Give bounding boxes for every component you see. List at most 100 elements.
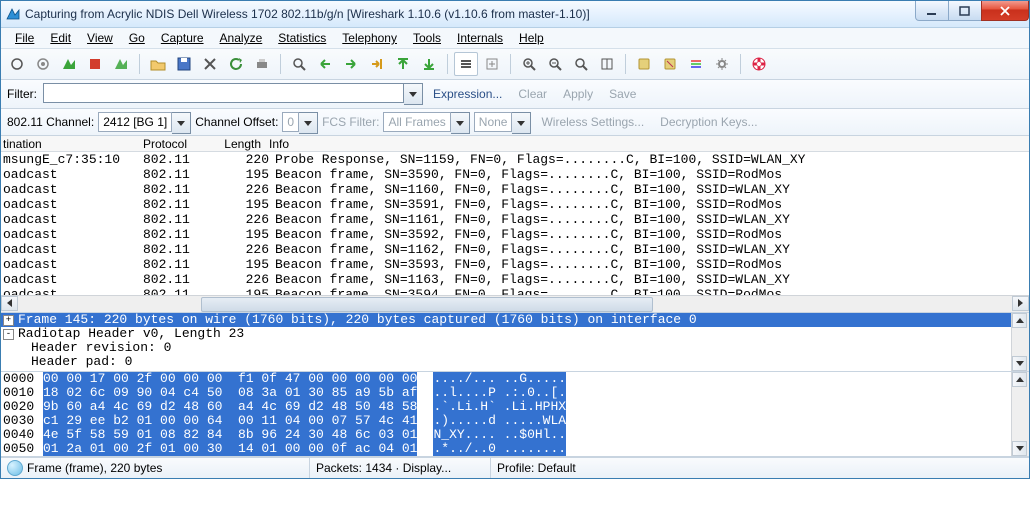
- restart-capture-icon[interactable]: [109, 52, 133, 76]
- fcs-combo[interactable]: All Frames: [383, 112, 469, 132]
- go-forward-icon[interactable]: [339, 52, 363, 76]
- status-packets-section[interactable]: Packets: 1434 · Display...: [310, 458, 491, 478]
- detail-radiotap-line: -Radiotap Header v0, Length 23: [1, 327, 1011, 341]
- packet-details-body[interactable]: +Frame 145: 220 bytes on wire (1760 bits…: [1, 313, 1011, 371]
- table-row[interactable]: oadcast802.11226Beacon frame, SN=1162, F…: [1, 242, 1029, 257]
- scroll-up-icon: [1012, 372, 1027, 387]
- coloring-rules-icon[interactable]: [684, 52, 708, 76]
- titlebar[interactable]: Capturing from Acrylic NDIS Dell Wireles…: [1, 1, 1029, 28]
- table-row[interactable]: oadcast802.11195Beacon frame, SN=3591, F…: [1, 197, 1029, 212]
- toolbar-separator: [280, 54, 281, 74]
- go-to-packet-icon[interactable]: [365, 52, 389, 76]
- filter-label: Filter:: [7, 87, 37, 101]
- menu-go[interactable]: Go: [121, 29, 153, 47]
- vertical-scrollbar[interactable]: [1011, 313, 1029, 371]
- packet-bytes-body[interactable]: 000000 00 17 00 2f 00 00 00 f1 0f 47 00 …: [1, 372, 1011, 456]
- window-close-button[interactable]: [981, 1, 1029, 21]
- table-row[interactable]: oadcast802.11226Beacon frame, SN=1161, F…: [1, 212, 1029, 227]
- open-file-icon[interactable]: [146, 52, 170, 76]
- filter-toolbar: Filter: Expression... Clear Apply Save: [1, 80, 1029, 109]
- display-filters-icon[interactable]: [658, 52, 682, 76]
- stop-capture-icon[interactable]: [83, 52, 107, 76]
- go-first-icon[interactable]: [391, 52, 415, 76]
- resize-columns-icon[interactable]: [595, 52, 619, 76]
- menu-analyze[interactable]: Analyze: [212, 29, 271, 47]
- vertical-scrollbar[interactable]: [1011, 372, 1029, 456]
- zoom-in-icon[interactable]: [517, 52, 541, 76]
- packet-list-header[interactable]: tination Protocol Length Info: [1, 136, 1029, 152]
- collapse-icon[interactable]: -: [3, 329, 14, 340]
- scroll-left-icon: [1, 296, 18, 311]
- offset-combo[interactable]: 0: [282, 112, 318, 132]
- table-row[interactable]: msungE_c7:35:10802.11220Probe Response, …: [1, 152, 1029, 167]
- menu-capture[interactable]: Capture: [153, 29, 212, 47]
- capture-filters-icon[interactable]: [632, 52, 656, 76]
- table-row[interactable]: oadcast802.11195Beacon frame, SN=3594, F…: [1, 287, 1029, 295]
- filter-input[interactable]: [43, 83, 404, 103]
- hex-row[interactable]: 00209b 60 a4 4c 69 d2 48 60 a4 4c 69 d2 …: [1, 400, 1011, 414]
- reload-icon[interactable]: [224, 52, 248, 76]
- filter-apply-button[interactable]: Apply: [557, 87, 599, 101]
- status-frame-section[interactable]: Frame (frame), 220 bytes: [1, 458, 310, 478]
- menu-file[interactable]: File: [7, 29, 42, 47]
- colorize-icon[interactable]: [454, 52, 478, 76]
- toolbar-separator: [139, 54, 140, 74]
- chevron-down-icon: [512, 112, 531, 134]
- statusbar: Frame (frame), 220 bytes Packets: 1434 ·…: [1, 457, 1029, 478]
- toolbar-separator: [510, 54, 511, 74]
- app-window: Capturing from Acrylic NDIS Dell Wireles…: [0, 0, 1030, 479]
- channel-combo[interactable]: 2412 [BG 1]: [98, 112, 191, 132]
- status-profile-section[interactable]: Profile: Default: [491, 458, 1029, 478]
- go-back-icon[interactable]: [313, 52, 337, 76]
- none-combo[interactable]: None: [474, 112, 532, 132]
- hex-row[interactable]: 000000 00 17 00 2f 00 00 00 f1 0f 47 00 …: [1, 372, 1011, 386]
- filter-dropdown-button[interactable]: [404, 83, 423, 105]
- help-icon[interactable]: [747, 52, 771, 76]
- menu-internals[interactable]: Internals: [449, 29, 511, 47]
- wireless-settings-button[interactable]: Wireless Settings...: [535, 115, 650, 129]
- col-info: Info: [267, 137, 1029, 151]
- hex-row[interactable]: 005001 2a 01 00 2f 01 00 30 14 01 00 00 …: [1, 442, 1011, 456]
- close-file-icon[interactable]: [198, 52, 222, 76]
- expert-info-icon[interactable]: [7, 460, 23, 476]
- menu-help[interactable]: Help: [511, 29, 552, 47]
- menu-view[interactable]: View: [79, 29, 121, 47]
- hex-row[interactable]: 001018 02 6c 09 90 04 c4 50 08 3a 01 30 …: [1, 386, 1011, 400]
- table-row[interactable]: oadcast802.11195Beacon frame, SN=3592, F…: [1, 227, 1029, 242]
- zoom-reset-icon[interactable]: [569, 52, 593, 76]
- go-last-icon[interactable]: [417, 52, 441, 76]
- table-row[interactable]: oadcast802.11226Beacon frame, SN=1163, F…: [1, 272, 1029, 287]
- table-row[interactable]: oadcast802.11195Beacon frame, SN=3593, F…: [1, 257, 1029, 272]
- window-minimize-button[interactable]: [915, 1, 949, 21]
- print-icon[interactable]: [250, 52, 274, 76]
- find-icon[interactable]: [287, 52, 311, 76]
- options-icon[interactable]: [31, 52, 55, 76]
- horizontal-scrollbar[interactable]: [1, 295, 1029, 312]
- filter-clear-button[interactable]: Clear: [512, 87, 553, 101]
- zoom-out-icon[interactable]: [543, 52, 567, 76]
- wireless-toolbar: 802.11 Channel: 2412 [BG 1] Channel Offs…: [1, 109, 1029, 136]
- filter-save-button[interactable]: Save: [603, 87, 642, 101]
- autoscroll-icon[interactable]: [480, 52, 504, 76]
- table-row[interactable]: oadcast802.11195Beacon frame, SN=3590, F…: [1, 167, 1029, 182]
- col-destination: tination: [1, 137, 141, 151]
- hex-row[interactable]: 00404e 5f 58 59 01 08 82 84 8b 96 24 30 …: [1, 428, 1011, 442]
- start-capture-icon[interactable]: [57, 52, 81, 76]
- filter-expression-button[interactable]: Expression...: [427, 87, 508, 101]
- hex-row[interactable]: 0030c1 29 ee b2 01 00 00 64 00 11 04 00 …: [1, 414, 1011, 428]
- toolbar-separator: [625, 54, 626, 74]
- menu-edit[interactable]: Edit: [42, 29, 79, 47]
- packet-list-body[interactable]: msungE_c7:35:10802.11220Probe Response, …: [1, 152, 1029, 295]
- table-row[interactable]: oadcast802.11226Beacon frame, SN=1160, F…: [1, 182, 1029, 197]
- menu-tools[interactable]: Tools: [405, 29, 449, 47]
- preferences-icon[interactable]: [710, 52, 734, 76]
- window-maximize-button[interactable]: [948, 1, 982, 21]
- menu-telephony[interactable]: Telephony: [334, 29, 405, 47]
- interfaces-icon[interactable]: [5, 52, 29, 76]
- scroll-down-icon: [1012, 441, 1027, 456]
- save-file-icon[interactable]: [172, 52, 196, 76]
- decryption-keys-button[interactable]: Decryption Keys...: [654, 115, 763, 129]
- menu-statistics[interactable]: Statistics: [270, 29, 334, 47]
- col-length: Length: [209, 137, 267, 151]
- expand-icon[interactable]: +: [3, 315, 14, 326]
